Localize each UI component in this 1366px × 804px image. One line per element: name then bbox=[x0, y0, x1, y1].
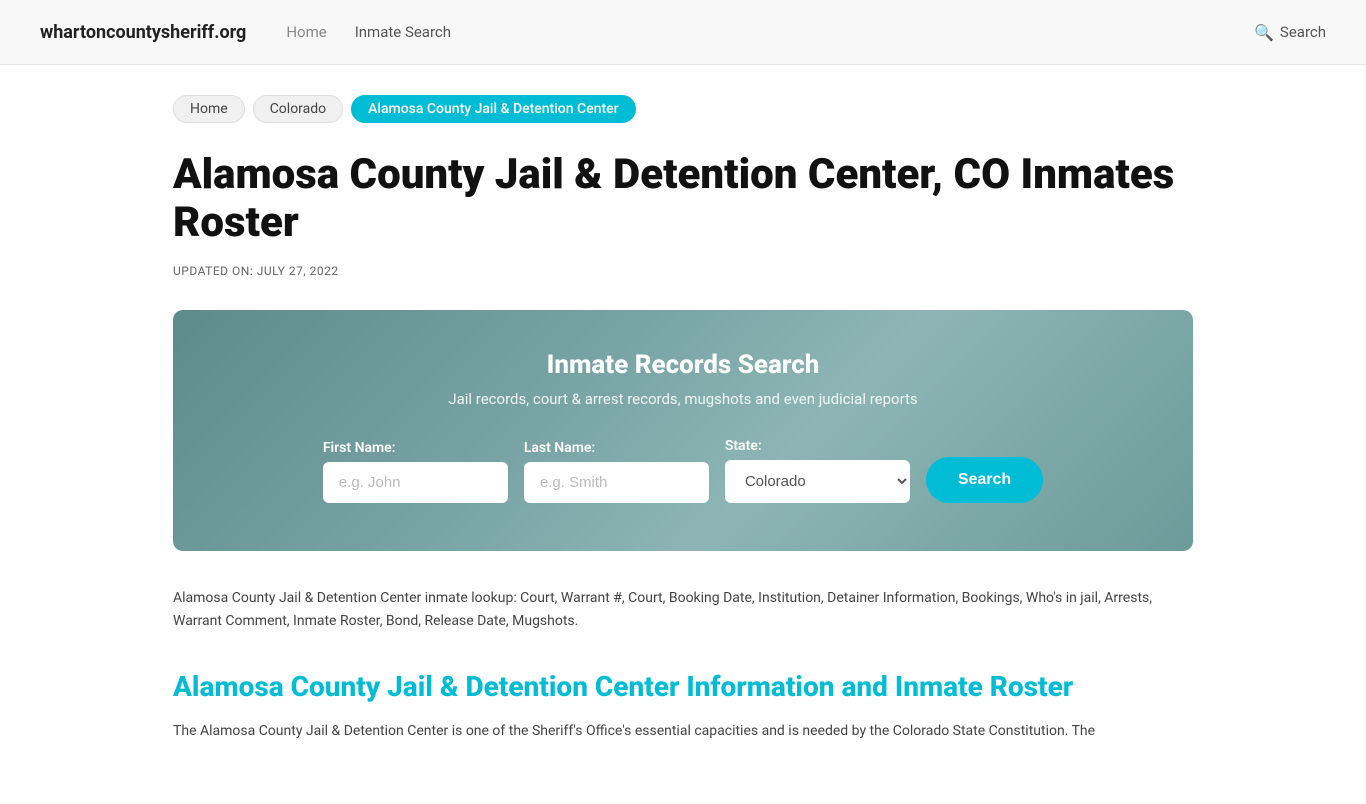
first-name-input[interactable] bbox=[323, 462, 508, 503]
widget-title: Inmate Records Search bbox=[233, 350, 1133, 380]
page-title: Alamosa County Jail & Detention Center, … bbox=[173, 151, 1193, 248]
nav-inmate-search[interactable]: Inmate Search bbox=[355, 23, 451, 41]
section-heading: Alamosa County Jail & Detention Center I… bbox=[173, 670, 1193, 704]
last-name-label: Last Name: bbox=[524, 440, 595, 456]
main-content: Home Colorado Alamosa County Jail & Dete… bbox=[133, 65, 1233, 804]
nav-home[interactable]: Home bbox=[286, 23, 326, 41]
breadcrumb-current[interactable]: Alamosa County Jail & Detention Center bbox=[351, 95, 635, 123]
breadcrumb-colorado[interactable]: Colorado bbox=[253, 95, 343, 123]
last-name-group: Last Name: bbox=[524, 440, 709, 503]
updated-label: UPDATED ON: JULY 27, 2022 bbox=[173, 264, 1193, 278]
first-name-group: First Name: bbox=[323, 440, 508, 503]
nav-search[interactable]: 🔍 Search bbox=[1254, 23, 1326, 42]
state-label: State: bbox=[725, 438, 762, 454]
nav-search-label: Search bbox=[1280, 23, 1326, 41]
breadcrumb: Home Colorado Alamosa County Jail & Dete… bbox=[173, 95, 1193, 123]
state-group: State: AlabamaAlaskaArizonaArkansasCalif… bbox=[725, 438, 910, 503]
description-text: Alamosa County Jail & Detention Center i… bbox=[173, 587, 1193, 635]
search-widget: Inmate Records Search Jail records, cour… bbox=[173, 310, 1193, 551]
last-name-input[interactable] bbox=[524, 462, 709, 503]
first-name-label: First Name: bbox=[323, 440, 396, 456]
site-title[interactable]: whartoncountysheriff.org bbox=[40, 22, 246, 43]
search-form: First Name: Last Name: State: AlabamaAla… bbox=[233, 438, 1133, 503]
widget-subtitle: Jail records, court & arrest records, mu… bbox=[233, 390, 1133, 408]
section-body: The Alamosa County Jail & Detention Cent… bbox=[173, 720, 1193, 744]
header: whartoncountysheriff.org Home Inmate Sea… bbox=[0, 0, 1366, 65]
state-select[interactable]: AlabamaAlaskaArizonaArkansasCaliforniaCo… bbox=[725, 460, 910, 503]
search-icon: 🔍 bbox=[1254, 23, 1274, 42]
search-button[interactable]: Search bbox=[926, 457, 1043, 503]
nav-links: Home Inmate Search bbox=[286, 23, 1214, 41]
breadcrumb-home[interactable]: Home bbox=[173, 95, 245, 123]
